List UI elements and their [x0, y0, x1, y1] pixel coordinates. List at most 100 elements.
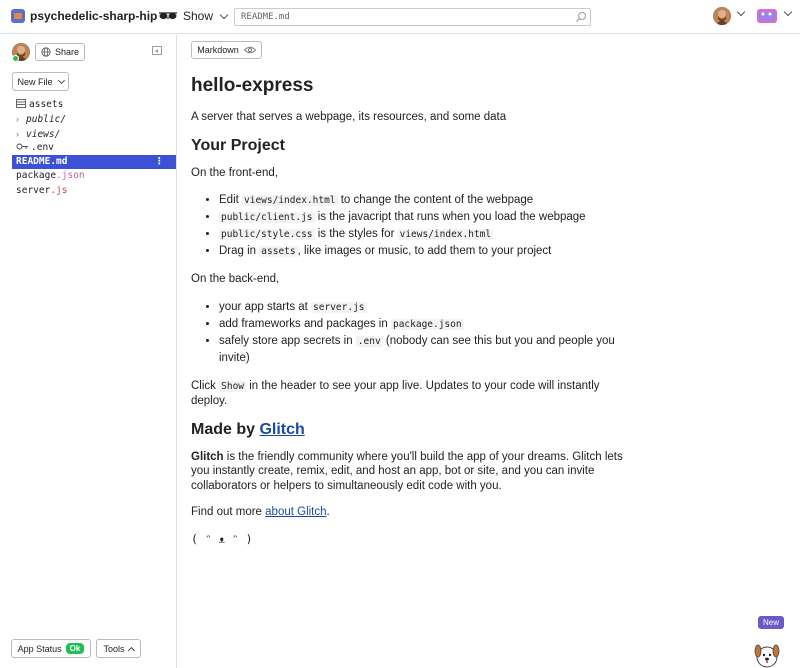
dog-mascot-icon[interactable]	[752, 637, 782, 668]
share-label: Share	[54, 47, 80, 57]
share-button[interactable]: Share	[35, 43, 85, 61]
search-input[interactable]	[235, 9, 565, 25]
code-span: assets	[259, 246, 298, 257]
glitch-paragraph: Glitch is the friendly community where y…	[191, 450, 631, 494]
chevron-right-icon: ›	[16, 128, 19, 139]
user-avatar[interactable]	[713, 7, 731, 25]
app-status-button[interactable]: App Status Ok	[11, 639, 91, 658]
header: psychedelic-sharp-hip Show	[0, 0, 800, 34]
file-extension: .json	[56, 170, 85, 182]
file-name-base: server	[16, 184, 51, 196]
kaomoji: ( ᵔ ᴥ ᵔ )	[191, 531, 253, 546]
text: to change the content of the webpage	[337, 194, 534, 206]
folder-item-views[interactable]: › views/	[12, 127, 176, 141]
file-item-readme[interactable]: README.md ⋮	[12, 155, 176, 170]
project-logo-icon	[11, 9, 25, 23]
online-status-dot	[12, 55, 19, 62]
code-span: .env	[355, 335, 383, 347]
doc-title: hello-express	[191, 75, 314, 96]
text: Edit	[219, 194, 243, 206]
show-button[interactable]: Show	[158, 9, 229, 23]
text: Find out more	[191, 506, 266, 518]
text: your app starts at	[219, 300, 312, 313]
key-icon	[16, 143, 28, 150]
code-span: server.js	[311, 301, 367, 313]
file-name: assets	[29, 99, 64, 110]
assets-icon	[16, 99, 26, 108]
new-file-label: New File	[17, 76, 53, 87]
bold-text: Glitch	[191, 450, 224, 463]
markdown-preview-panel: Markdown hello-express A server that ser…	[178, 35, 800, 668]
list-item: public/client.js is the javacript that r…	[219, 209, 631, 226]
code-span: package.json	[390, 318, 464, 330]
text: Made by	[191, 420, 260, 438]
search-box	[234, 8, 591, 26]
backend-list: your app starts at server.js add framewo…	[219, 299, 631, 367]
chevron-down-icon[interactable]	[736, 7, 746, 17]
text: is the friendly community where you'll b…	[191, 450, 623, 492]
text: is the styles for	[314, 228, 398, 240]
code-span: public/client.js	[219, 212, 315, 223]
text: Drag in	[219, 245, 260, 257]
glitch-logo-icon[interactable]	[756, 7, 778, 25]
file-tree: assets › public/ › views/ .env README.md ⋮…	[12, 98, 176, 198]
globe-icon	[41, 47, 51, 57]
file-item-assets[interactable]: assets	[12, 98, 176, 112]
text: , like images or music, to add them to y…	[297, 245, 552, 257]
markdown-toggle-button[interactable]: Markdown	[191, 41, 262, 59]
list-item: add frameworks and packages in package.j…	[219, 316, 631, 333]
file-name-base: package	[16, 170, 57, 182]
backend-intro: On the back-end,	[191, 273, 280, 285]
file-options-icon[interactable]: ⋮	[155, 155, 165, 169]
text: add frameworks and packages in	[219, 317, 391, 330]
glitch-link[interactable]: Glitch	[259, 421, 304, 438]
app-status-label: App Status	[17, 643, 62, 654]
avatar-image	[713, 7, 731, 25]
folder-item-public[interactable]: › public/	[12, 112, 176, 126]
status-badge: Ok	[65, 643, 85, 654]
file-item-env[interactable]: .env	[12, 141, 176, 155]
list-item: your app starts at server.js	[219, 299, 631, 316]
new-file-button[interactable]: New File	[12, 72, 69, 91]
chevron-up-icon	[127, 646, 135, 654]
show-label: Show	[183, 9, 214, 23]
file-item-server-js[interactable]: server.js	[12, 184, 176, 198]
list-item: public/style.css is the styles for views…	[219, 226, 631, 243]
code-span: Show	[219, 380, 247, 392]
frontend-intro: On the front-end,	[191, 166, 278, 179]
code-span: views/index.html	[397, 229, 494, 240]
heading-your-project: Your Project	[191, 136, 285, 154]
click-show-paragraph: Click Show in the header to see your app…	[191, 379, 631, 409]
folder-name: public/	[26, 114, 67, 126]
text: in the header to see your app live. Upda…	[191, 379, 600, 408]
text: Click	[191, 379, 220, 392]
new-badge[interactable]: New	[758, 616, 785, 629]
project-name: psychedelic-sharp-hip	[30, 9, 158, 23]
readme-document: hello-express A server that serves a web…	[191, 75, 631, 558]
markdown-toggle-label: Markdown	[197, 45, 239, 55]
file-item-package-json[interactable]: package.json	[12, 169, 176, 183]
project-menu-button[interactable]: psychedelic-sharp-hip	[11, 9, 173, 23]
code-span: views/index.html	[242, 195, 338, 206]
sunglasses-icon	[159, 12, 177, 19]
chevron-down-icon	[57, 76, 65, 84]
about-glitch-link[interactable]: about Glitch	[265, 506, 326, 518]
heading-made-by-glitch: Made by Glitch	[191, 421, 631, 439]
sidebar: Share New File assets › public/ › views/ .…	[0, 35, 177, 668]
text: is the javacript that runs when you load…	[314, 211, 586, 223]
text: .	[326, 506, 330, 518]
chevron-down-icon[interactable]	[783, 7, 793, 17]
file-extension: .js	[50, 184, 68, 196]
list-item: Drag in assets, like images or music, to…	[219, 243, 631, 260]
file-name: .env	[31, 141, 54, 153]
tools-button[interactable]: Tools	[96, 639, 141, 658]
folder-name: views/	[26, 128, 61, 140]
text: safely store app secrets in	[219, 334, 356, 347]
search-icon[interactable]	[575, 11, 587, 23]
list-item: Edit views/index.html to change the cont…	[219, 192, 631, 209]
collapse-sidebar-icon[interactable]	[152, 46, 162, 55]
code-span: public/style.css	[219, 229, 315, 240]
chevron-down-icon	[219, 10, 229, 19]
eye-icon	[243, 46, 256, 54]
frontend-list: Edit views/index.html to change the cont…	[219, 192, 631, 260]
